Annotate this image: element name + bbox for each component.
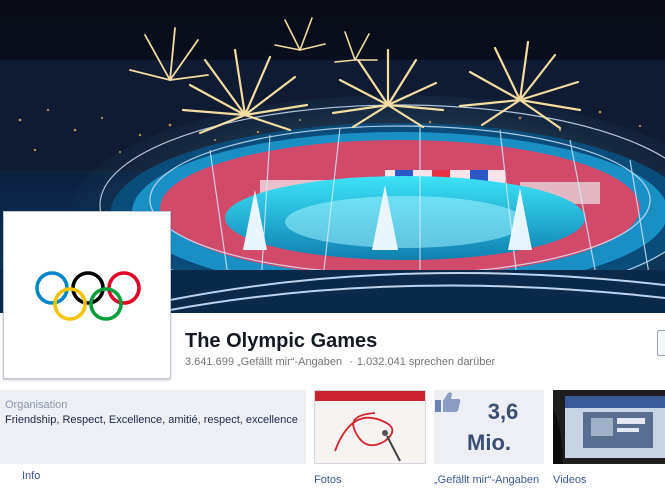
talking-count: 1.032.041 <box>356 356 406 368</box>
page-title: The Olympic Games <box>185 330 378 352</box>
likes-count: 3.641.699 <box>185 356 234 368</box>
videos-thumbnail <box>553 390 665 464</box>
like-button[interactable] <box>657 330 665 356</box>
videos-tile[interactable] <box>553 390 665 464</box>
olympic-rings-logo <box>35 271 141 321</box>
photos-tile[interactable] <box>314 390 426 464</box>
likes-text: „Gefällt mir“-Angaben <box>237 356 343 368</box>
info-link[interactable]: Info <box>22 470 40 482</box>
talking-text: sprechen darüber <box>408 356 496 368</box>
profile-picture[interactable] <box>3 211 171 379</box>
page-category: Organisation <box>5 399 68 411</box>
likes-link[interactable]: „Gefällt mir“-Angaben <box>434 474 539 486</box>
videos-link[interactable]: Videos <box>553 474 586 486</box>
likes-number: 3,6 <box>487 399 519 424</box>
stats-separator: · <box>349 356 353 368</box>
page-description: Friendship, Respect, Excellence, amitié,… <box>5 414 298 426</box>
about-box: Organisation Friendship, Respect, Excell… <box>0 390 306 464</box>
likes-tile[interactable]: 3,6 Mio. <box>434 390 544 464</box>
photos-thumbnail <box>315 391 425 463</box>
page-stats: 3.641.699 „Gefällt mir“-Angaben · 1.032.0… <box>185 356 495 368</box>
photos-link[interactable]: Fotos <box>314 474 342 486</box>
likes-unit: Mio. <box>467 430 511 455</box>
